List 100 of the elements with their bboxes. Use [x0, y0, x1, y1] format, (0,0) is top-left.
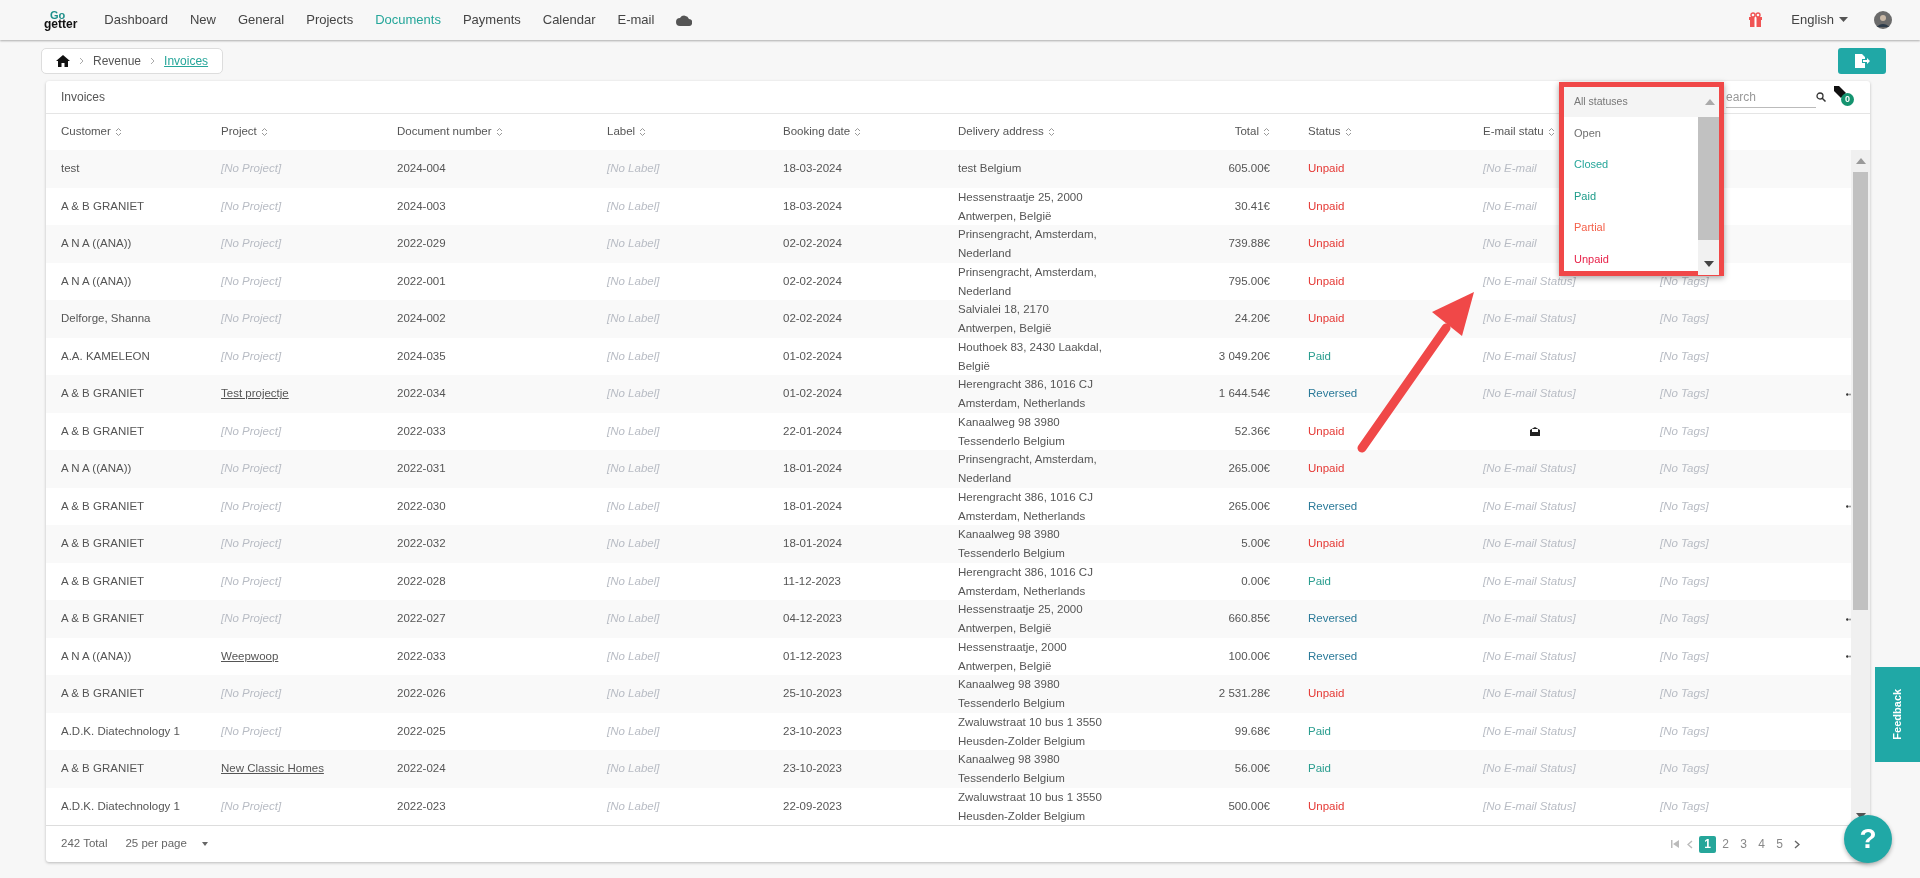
project-cell-text: [No Project]	[221, 686, 282, 702]
tags-cell-text: [No Tags]	[1660, 498, 1709, 514]
status-cell-text: Unpaid	[1308, 198, 1345, 214]
status-cell-text: Unpaid	[1308, 311, 1345, 327]
total-cell-text: 1 644.54€	[1217, 386, 1270, 402]
address-cell-text: Herengracht 386, 1016 CJ Amsterdam, Netherlands	[958, 564, 1093, 599]
tags-cell-text: [No Tags]	[1660, 461, 1709, 477]
total-cell-text: 795.00€	[1227, 273, 1270, 289]
email-status-cell-text: [No E-mail Status]	[1483, 273, 1576, 289]
booking-date-cell-text: 18-01-2024	[783, 536, 843, 552]
label-cell-text: [No Label]	[607, 236, 661, 252]
document-number-cell-text: 2024-002	[397, 311, 447, 327]
tags-cell-text: [No Tags]	[1660, 423, 1709, 439]
project-cell-text: [No Project]	[221, 611, 282, 627]
customer-cell-text: A & B GRANIET	[60, 611, 146, 627]
tags-cell-text: [No Tags]	[1660, 386, 1709, 402]
tags-cell-text: [No Tags]	[1660, 686, 1709, 702]
address-cell-text: Kanaalweg 98 3980 Tessenderlo Belgium	[958, 752, 1065, 786]
label-cell-text: [No Label]	[607, 648, 661, 664]
status-cell-text: Unpaid	[1308, 686, 1345, 702]
address-cell-text: Hessenstraatje 25, 2000 Antwerpen, België	[958, 602, 1083, 636]
project-cell-text: [No Project]	[221, 423, 282, 439]
email-status-cell-text: [No E-mail Status]	[1483, 611, 1576, 627]
tags-cell-text: [No Tags]	[1660, 311, 1709, 327]
document-number-cell-text: 2022-001	[397, 273, 447, 289]
customer-cell-text: A & B GRANIET	[60, 198, 146, 214]
label-cell-text: [No Label]	[607, 348, 661, 364]
tags-cell-text: [No Tags]	[1660, 798, 1709, 814]
address-cell-text: test Belgium	[958, 161, 1022, 177]
address-cell-text: Kanaalweg 98 3980 Tessenderlo Belgium	[958, 527, 1065, 561]
total-cell-text: 5.00€	[1240, 536, 1270, 552]
customer-cell-text: A.D.K. Diatechnology 1	[60, 798, 181, 814]
label-cell-text: [No Label]	[607, 273, 661, 289]
address-cell-text: Houthoek 83, 2430 Laakdal, België	[958, 339, 1102, 374]
customer-cell-text: A & B GRANIET	[60, 573, 146, 589]
email-status-cell-text: [No E-mail Status]	[1483, 348, 1576, 364]
document-number-cell-text: 2022-024	[397, 761, 447, 777]
email-status-cell-text: [No E-mail	[1483, 236, 1537, 252]
card-title: Invoices	[61, 89, 106, 106]
status-cell-text: Paid	[1308, 348, 1332, 364]
project-cell-text: [No Project]	[221, 311, 282, 327]
status-cell-text: Reversed	[1308, 648, 1358, 664]
booking-date-cell-text: 18-03-2024	[783, 198, 843, 214]
tags-cell-text: [No Tags]	[1660, 723, 1709, 739]
customer-cell-text: A.A. KAMELEON	[60, 348, 151, 364]
total-cell-text: 660.85€	[1227, 611, 1270, 627]
customer-cell-text: Delforge, Shanna	[60, 311, 152, 327]
booking-date-cell-text: 02-02-2024	[783, 236, 843, 252]
status-cell-text: Unpaid	[1308, 798, 1345, 814]
customer-cell-text: A & B GRANIET	[60, 761, 146, 777]
document-number-cell-text: 2022-034	[397, 386, 447, 402]
status-cell-text: Unpaid	[1308, 161, 1345, 177]
booking-date-cell-text: 18-03-2024	[783, 161, 843, 177]
email-status-cell-text: [No E-mail Status]	[1483, 686, 1576, 702]
label-cell-text: [No Label]	[607, 723, 661, 739]
email-status-cell-text: [No E-mail Status]	[1483, 386, 1576, 402]
document-number-cell-text: 2022-025	[397, 723, 447, 739]
status-cell-text: Unpaid	[1308, 461, 1345, 477]
project-cell-text: [No Project]	[221, 798, 282, 814]
label-cell-text: [No Label]	[607, 198, 661, 214]
booking-date-cell-text: 11-12-2023	[783, 573, 842, 589]
total-cell-text: 2 531.28€	[1217, 686, 1270, 702]
address-cell-text: Hessenstraatje, 2000 Antwerpen, België	[958, 639, 1067, 674]
address-cell-text: Kanaalweg 98 3980 Tessenderlo Belgium	[958, 677, 1065, 711]
address-cell-text: Herengracht 386, 1016 CJ Amsterdam, Netherlands	[958, 489, 1093, 524]
customer-cell-text: A N A ((ANA))	[60, 273, 133, 289]
label-cell-text: [No Label]	[607, 423, 661, 439]
customer-cell-text: A & B GRANIET	[60, 498, 146, 514]
status-cell-text: Reversed	[1308, 611, 1358, 627]
email-status-cell-text: [No E-mail	[1483, 161, 1537, 177]
document-number-cell-text: 2022-031	[397, 461, 447, 477]
dropdown-value: All statuses	[1574, 94, 1629, 110]
total-cell-text: 52.36€	[1233, 423, 1270, 439]
project-cell-text: [No Project]	[221, 498, 282, 514]
document-number-cell-text: 2024-003	[397, 198, 447, 214]
project-cell-text: [No Project]	[221, 723, 282, 739]
document-number-cell-text: 2022-029	[397, 236, 447, 252]
booking-date-cell-text: 18-01-2024	[783, 498, 843, 514]
status-cell-text: Paid	[1308, 573, 1332, 589]
total-cell-text: 99.68€	[1233, 723, 1270, 739]
tags-cell-text: [No Tags]	[1660, 648, 1709, 664]
address-cell-text: Hessenstraatje 25, 2000 Antwerpen, België	[958, 189, 1083, 224]
document-number-cell-text: 2022-032	[397, 536, 447, 552]
label-cell-text: [No Label]	[607, 536, 661, 552]
document-number-cell-text: 2022-026	[397, 686, 447, 702]
status-cell-text: Paid	[1308, 761, 1332, 777]
document-number-cell-text: 2022-028	[397, 573, 447, 589]
tag-count-badge: 0	[1841, 93, 1854, 106]
status-cell-text: Unpaid	[1308, 273, 1345, 289]
total-cell-text: 605.00€	[1227, 161, 1270, 177]
label-cell-text: [No Label]	[607, 611, 661, 627]
customer-cell-text: A N A ((ANA))	[60, 236, 133, 252]
document-number-cell-text: 2022-023	[397, 798, 447, 814]
address-cell-text: Prinsengracht, Amsterdam, Nederland	[958, 264, 1097, 299]
tags-cell-text: [No Tags]	[1660, 273, 1709, 289]
total-cell-text: 739.88€	[1227, 236, 1270, 252]
total-cell-text: 100.00€	[1227, 648, 1270, 664]
booking-date-cell-text: 01-12-2023	[783, 648, 843, 664]
document-number-cell-text: 2022-030	[397, 498, 447, 514]
total-cell-text: 30.41€	[1233, 198, 1270, 214]
